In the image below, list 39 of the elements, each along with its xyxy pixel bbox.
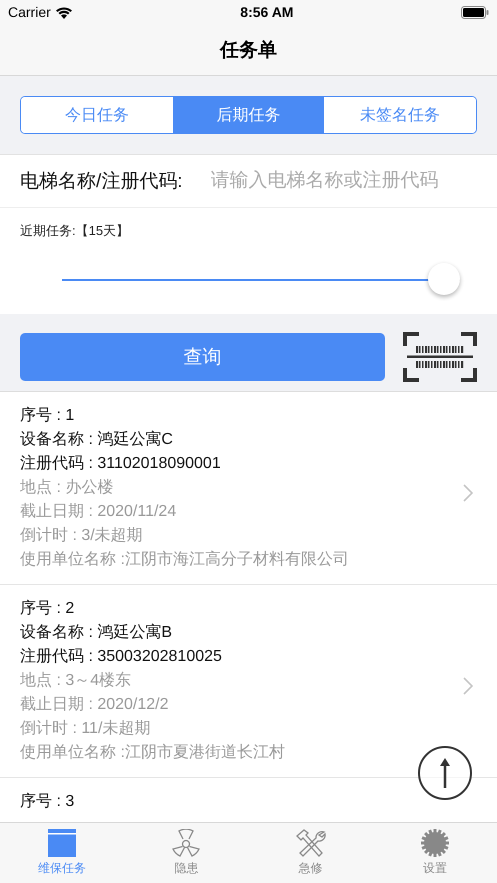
wifi-icon [54,6,73,18]
search-field[interactable]: 请输入电梯名称或注册代码 [210,170,497,192]
barcode-scan-icon[interactable] [403,332,477,382]
tab-bar-item[interactable]: 维保任务 [0,823,124,883]
tab-bar-item[interactable]: 急修 [248,823,373,883]
chevron-right-icon[interactable] [463,484,473,502]
carrier-label: Carrier [8,4,51,20]
scroll-top-button[interactable] [418,746,472,800]
task-detail: 倒计时 : 3/未超期 [20,526,144,546]
task-detail: 序号 : 1 [20,406,76,426]
task-detail: 截止日期 : 2020/12/2 [20,694,170,715]
nav-title: 任务单 [220,38,277,62]
calendar-icon [48,829,76,857]
status-time: 8:56 AM [240,4,294,20]
radiation-icon [170,829,202,857]
gear-icon [420,829,449,857]
task-detail: 截止日期 : 2020/11/24 [20,502,178,522]
search-label: 电梯名称/注册代码: [20,170,183,194]
tab-bar-item[interactable]: 隐患 [124,823,248,883]
task-detail: 设备名称 : 鸿廷公寓B [20,622,174,643]
battery-icon [460,6,489,18]
task-detail: 使用单位名称 :江阴市夏港街道长江村 [20,742,286,763]
task-detail: 注册代码 : 35003202810025 [20,646,223,667]
task-detail: 序号 : 3 [20,792,76,812]
task-detail: 使用单位名称 :江阴市海江高分子材料有限公司 [20,550,350,570]
chevron-right-icon[interactable] [463,677,473,695]
task-detail: 地点 : 办公楼 [20,478,114,498]
slider-thumb[interactable] [428,263,460,295]
query-button[interactable]: 查询 [20,333,385,381]
tab-bar-item[interactable]: 设置 [372,823,497,883]
task-detail: 序号 : 2 [20,598,76,619]
arrow-up-icon [440,758,450,788]
task-detail: 设备名称 : 鸿廷公寓C [20,430,174,450]
task-detail: 地点 : 3～4楼东 [20,670,132,691]
task-detail: 倒计时 : 11/未超期 [20,718,152,739]
range-label: 近期任务:【15天】 [20,222,130,240]
tools-icon [294,829,328,857]
segment-tab[interactable]: 后期任务 [172,97,324,133]
task-detail: 注册代码 : 31102018090001 [20,454,222,474]
